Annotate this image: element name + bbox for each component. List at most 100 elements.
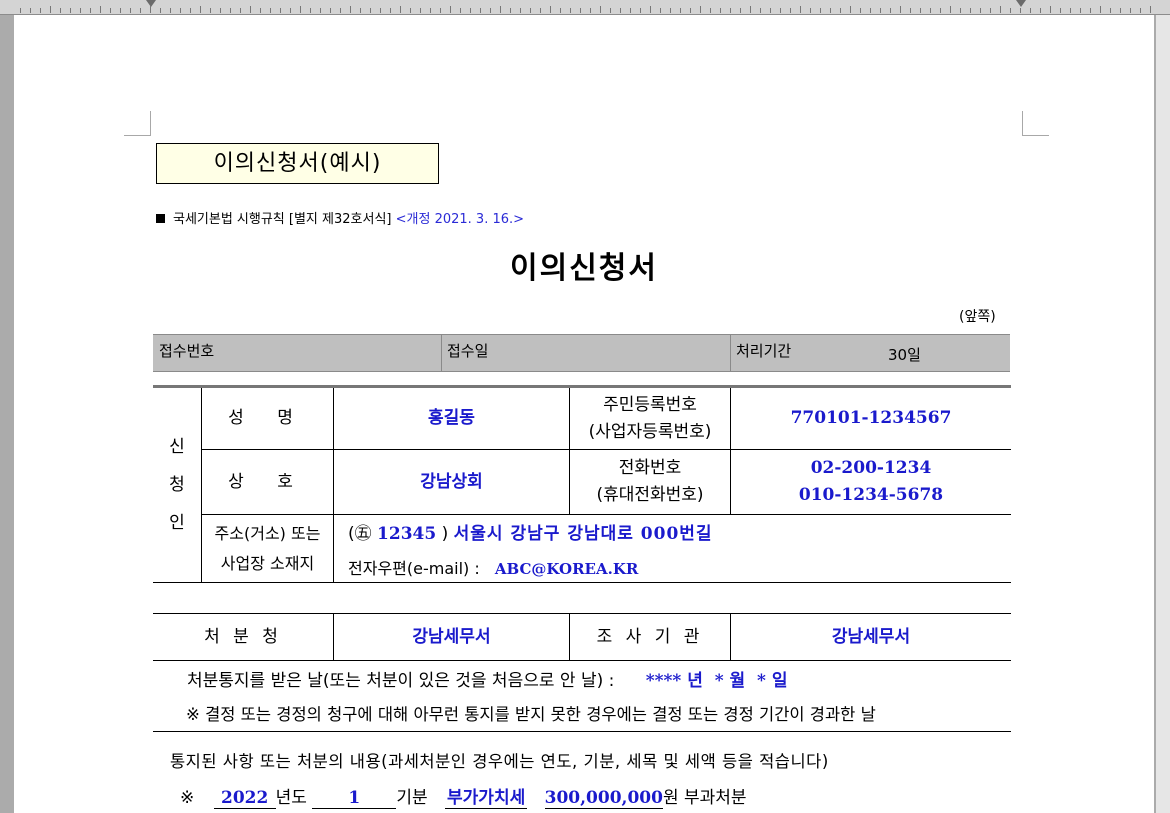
postal-close: ) xyxy=(441,524,449,544)
section-char: 신 xyxy=(169,437,185,457)
ruler-tick xyxy=(1010,8,1011,13)
phone-value[interactable]: 02-200-1234 010-1234-5678 xyxy=(731,450,1011,514)
ruler-tick xyxy=(960,8,961,13)
ruler-tick xyxy=(100,6,101,13)
ruler-tick xyxy=(580,8,581,13)
ruler-tick xyxy=(520,8,521,13)
phone-label-line: 전화번호 xyxy=(618,458,682,478)
vertical-scrollbar[interactable] xyxy=(1156,15,1170,813)
ruler-tick xyxy=(290,8,291,13)
address-line[interactable]: (㊄ 12345 ) 서울시 강남구 강남대로 000번길 xyxy=(348,519,713,544)
ruler-tick xyxy=(460,8,461,13)
ruler-tick xyxy=(640,8,641,13)
ruler-tick xyxy=(720,8,721,13)
crop-mark-top-right xyxy=(1022,111,1049,136)
ruler-tick xyxy=(970,8,971,13)
ruler-tick xyxy=(360,8,361,13)
tax-year-unit: 년도 xyxy=(275,788,307,808)
ruler-tick xyxy=(840,8,841,13)
ruler-tick xyxy=(240,8,241,13)
tax-year[interactable]: 2022 xyxy=(213,788,276,809)
tax-item[interactable]: 부가가치세 xyxy=(445,783,528,809)
ruler-tick xyxy=(280,8,281,13)
ruler-tick xyxy=(220,8,221,13)
ruler-tick xyxy=(730,8,731,13)
ruler-tick xyxy=(790,8,791,13)
ruler-tick xyxy=(660,8,661,13)
ruler-tick xyxy=(490,8,491,13)
example-title-box: 이의신청서(예시) xyxy=(156,143,439,184)
applicant-section-label: 신 청 인 xyxy=(153,388,201,582)
ruler-tick xyxy=(310,8,311,13)
ruler-tick xyxy=(770,8,771,13)
address-label-line: 주소(거소) 또는 xyxy=(214,523,321,543)
section-char: 인 xyxy=(169,513,185,533)
rrn-label: 주민등록번호 (사업자등록번호) xyxy=(570,388,730,449)
tax-amount[interactable]: 300,000,000 xyxy=(544,788,663,809)
ruler-tick xyxy=(130,8,131,13)
ruler-tick xyxy=(180,8,181,13)
ruler-tick xyxy=(800,6,801,13)
ruler-tick xyxy=(270,8,271,13)
investigator-value[interactable]: 강남세무서 xyxy=(731,614,1011,660)
ruler-tick xyxy=(250,6,251,13)
trade-name-value[interactable]: 강남상회 xyxy=(334,450,569,514)
document-title: 이의신청서 xyxy=(510,251,658,286)
investigator-label: 조 사 기 관 xyxy=(596,626,704,647)
ruler-tick xyxy=(550,6,551,13)
ruler-tick xyxy=(590,8,591,13)
receipt-row: 접수번호 접수일 처리기간 30일 xyxy=(153,334,1010,372)
form-revision: <개정 2021. 3. 16.> xyxy=(395,212,525,227)
right-indent-marker[interactable] xyxy=(1016,0,1026,7)
ruler-tick xyxy=(630,8,631,13)
ruler-tick xyxy=(420,8,421,13)
ruler-tick xyxy=(1100,6,1101,13)
rrn-value[interactable]: 770101-1234567 xyxy=(731,388,1011,449)
disposition-office-value[interactable]: 강남세무서 xyxy=(334,614,569,660)
ruler-tick xyxy=(620,8,621,13)
phone-label-line: (휴대전화번호) xyxy=(596,485,704,505)
tax-period[interactable]: 1 xyxy=(312,788,397,809)
note-mark: ※ xyxy=(180,788,195,808)
ruler-tick xyxy=(570,8,571,13)
ruler-tick xyxy=(1140,8,1141,13)
ruler-tick xyxy=(700,6,701,13)
receipt-date-label: 접수일 xyxy=(447,342,489,360)
ruler-tick xyxy=(380,8,381,13)
ruler-tick xyxy=(370,8,371,13)
ruler-tick xyxy=(850,6,851,13)
ruler-tick xyxy=(440,8,441,13)
ruler-tick xyxy=(190,8,191,13)
ruler-tick xyxy=(230,8,231,13)
row-divider xyxy=(153,582,1011,583)
ruler-tick xyxy=(300,6,301,13)
ruler-tick xyxy=(80,8,81,13)
document-page: 이의신청서(예시) 국세기본법 시행규칙 [별지 제32호서식] <개정 202… xyxy=(14,15,1154,813)
ruler-tick xyxy=(780,8,781,13)
horizontal-ruler[interactable] xyxy=(0,0,1170,15)
left-indent-marker[interactable] xyxy=(146,0,156,7)
ruler-tick xyxy=(500,6,501,13)
notice-date-value[interactable]: **** 년 * 월 * 일 xyxy=(646,671,788,691)
divider xyxy=(441,335,442,371)
table-border xyxy=(153,731,1011,732)
ruler-tick xyxy=(760,8,761,13)
name-value[interactable]: 홍길동 xyxy=(334,388,569,449)
mobile-number: 010-1234-5678 xyxy=(798,485,944,505)
postal-code: 12345 xyxy=(377,524,437,544)
postal-mark: (㊄ xyxy=(348,524,372,544)
ruler-tick xyxy=(150,6,151,13)
email-line[interactable]: 전자우편(e-mail) : ABC@KOREA.KR xyxy=(348,555,638,579)
ruler-tick xyxy=(910,8,911,13)
ruler-tick xyxy=(610,8,611,13)
receipt-number-label: 접수번호 xyxy=(159,342,215,360)
ruler-tick xyxy=(1120,8,1121,13)
notice-date-label: 처분통지를 받은 날(또는 처분이 있은 것을 처음으로 안 날) : xyxy=(187,671,615,691)
ruler-tick xyxy=(260,8,261,13)
ruler-tick xyxy=(980,8,981,13)
ruler-tick xyxy=(350,6,351,13)
phone-number: 02-200-1234 xyxy=(810,458,932,478)
ruler-tick xyxy=(820,8,821,13)
ruler-tick xyxy=(810,8,811,13)
trade-name-label: 상 호 xyxy=(228,471,307,492)
